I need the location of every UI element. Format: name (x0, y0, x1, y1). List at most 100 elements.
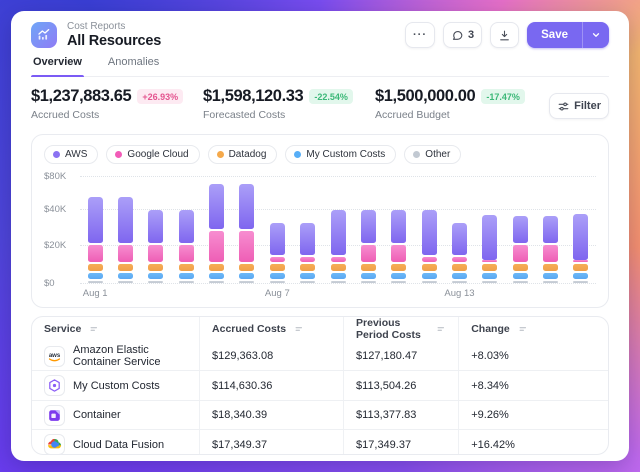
stacked-bar (422, 172, 437, 284)
segment-google_cloud (513, 245, 528, 262)
segment-datadog (239, 264, 254, 272)
segment-aws (513, 216, 528, 243)
column-header-previous-period-costs[interactable]: Previous Period Costs (343, 317, 458, 342)
stacked-bar (543, 172, 558, 284)
segment-aws (148, 210, 163, 243)
segment-aws (209, 184, 224, 229)
change-cell: +9.26% (458, 401, 608, 430)
legend-item-google_cloud[interactable]: Google Cloud (106, 145, 199, 164)
segment-aws (179, 210, 194, 243)
column-header-service[interactable]: Service (32, 317, 199, 342)
segment-google_cloud (118, 245, 133, 262)
legend-dot-icon (115, 151, 122, 158)
service-cell: aws Amazon Elastic Container Service (32, 342, 199, 371)
x-tick-label: Aug 7 (262, 288, 292, 299)
bar-13[interactable] (444, 172, 474, 284)
page-title: All Resources (67, 33, 161, 50)
cost-chart-panel: AWS Google Cloud Datadog My Custom Costs Oth… (31, 134, 609, 308)
table-row[interactable]: awsAmazon Elastic Container Service$129,… (32, 342, 608, 371)
legend-item-my_custom_costs[interactable]: My Custom Costs (285, 145, 396, 164)
save-split-button: Save (527, 22, 609, 48)
comments-button[interactable]: 3 (443, 22, 482, 48)
tab-overview[interactable]: Overview (31, 54, 84, 76)
bar-2[interactable] (110, 172, 140, 284)
chart-legend: AWS Google Cloud Datadog My Custom Costs Oth… (44, 145, 596, 164)
save-dropdown-button[interactable] (582, 22, 609, 48)
cost-reports-chart-icon (31, 22, 57, 48)
header-titles: Cost Reports All Resources (67, 21, 161, 49)
bar-5[interactable] (201, 172, 231, 284)
segment-my_custom_costs (179, 273, 194, 279)
legend-label: Datadog (229, 149, 267, 160)
bar-12[interactable] (414, 172, 444, 284)
stacked-bar-plot (80, 172, 596, 284)
service-cell: My Custom Costs (32, 371, 199, 400)
segment-other (270, 281, 285, 283)
segment-my_custom_costs (513, 273, 528, 279)
legend-dot-icon (217, 151, 224, 158)
sort-icon (294, 324, 304, 334)
segment-other (422, 281, 437, 283)
change-cell: +8.03% (458, 342, 608, 371)
table-row[interactable]: My Custom Costs$114,630.36$113,504.26+8.… (32, 370, 608, 400)
tab-anomalies[interactable]: Anomalies (106, 54, 161, 76)
bar-14[interactable] (475, 172, 505, 284)
segment-google_cloud (543, 245, 558, 262)
custom-icon (44, 375, 65, 396)
segment-datadog (300, 264, 315, 272)
table-row[interactable]: Cloud Data Fusion$17,349.37$17,349.37+16… (32, 429, 608, 455)
bar-3[interactable] (141, 172, 171, 284)
download-button[interactable] (490, 22, 519, 48)
legend-label: Other (425, 149, 450, 160)
legend-item-datadog[interactable]: Datadog (208, 145, 278, 164)
bar-1[interactable] (80, 172, 110, 284)
segment-my_custom_costs (543, 273, 558, 279)
accrued-costs-cell: $18,340.39 (199, 401, 343, 430)
segment-my_custom_costs (452, 273, 467, 279)
filter-button[interactable]: Filter (549, 93, 609, 119)
change-cell: +8.34% (458, 371, 608, 400)
segment-other (179, 281, 194, 283)
bar-17[interactable] (566, 172, 596, 284)
aws-icon: aws (44, 346, 65, 367)
segment-other (88, 281, 103, 283)
bar-4[interactable] (171, 172, 201, 284)
segment-datadog (209, 264, 224, 272)
segment-google_cloud (300, 257, 315, 262)
save-button[interactable]: Save (527, 22, 582, 48)
legend-item-other[interactable]: Other (404, 145, 461, 164)
metrics-row: $1,237,883.65 +26.93% Accrued Costs $1,5… (31, 87, 609, 126)
column-header-change[interactable]: Change (458, 317, 608, 342)
bar-11[interactable] (384, 172, 414, 284)
segment-datadog (452, 264, 467, 272)
segment-google_cloud (179, 245, 194, 262)
accrued-costs-cell: $17,349.37 (199, 430, 343, 455)
change-cell: +16.42% (458, 430, 608, 455)
y-tick-label: $40K (44, 204, 66, 215)
stacked-bar (452, 172, 467, 284)
bar-15[interactable] (505, 172, 535, 284)
service-name: Amazon Elastic Container Service (73, 344, 187, 368)
stacked-bar (391, 172, 406, 284)
bar-8[interactable] (293, 172, 323, 284)
legend-label: Google Cloud (127, 149, 188, 160)
bar-6[interactable] (232, 172, 262, 284)
bar-10[interactable] (353, 172, 383, 284)
bar-7[interactable] (262, 172, 292, 284)
y-tick-label: $80K (44, 171, 66, 182)
x-tick-label: Aug 1 (80, 288, 110, 299)
segment-other (118, 281, 133, 283)
column-header-accrued-costs[interactable]: Accrued Costs (199, 317, 343, 342)
sort-icon (436, 324, 446, 334)
table-row[interactable]: Container$18,340.39$113,377.83+9.26% (32, 400, 608, 430)
legend-item-aws[interactable]: AWS (44, 145, 98, 164)
stacked-bar (239, 172, 254, 284)
sort-icon (518, 324, 528, 334)
segment-google_cloud (209, 231, 224, 262)
previous-period-costs-cell: $127,180.47 (343, 342, 458, 371)
bar-9[interactable] (323, 172, 353, 284)
bar-16[interactable] (535, 172, 565, 284)
segment-google_cloud (148, 245, 163, 262)
more-button[interactable]: ··· (405, 22, 435, 48)
segment-datadog (543, 264, 558, 272)
